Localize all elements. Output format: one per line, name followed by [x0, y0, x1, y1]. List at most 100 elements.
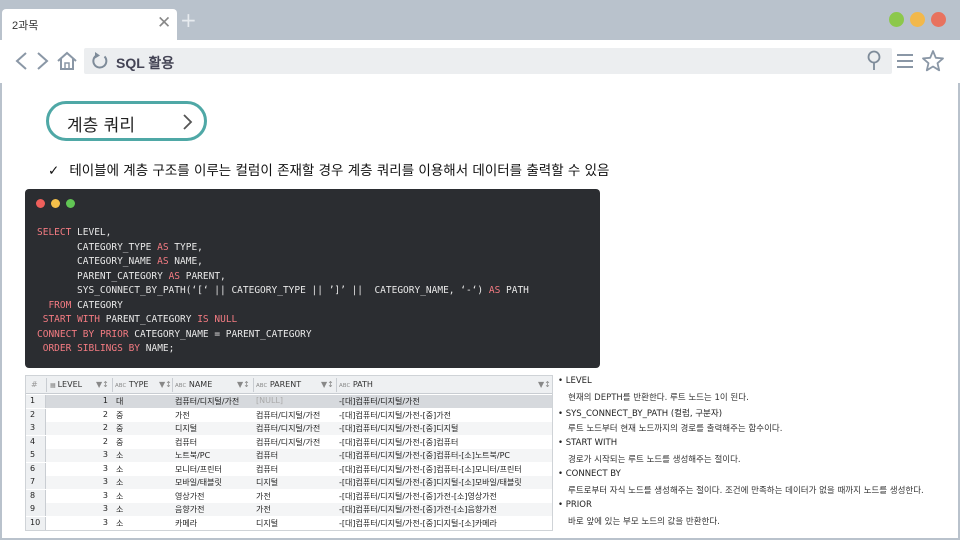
cell-name: 디지털: [175, 424, 198, 433]
note-description: 바로 앞에 있는 부모 노드의 값을 반환한다.: [568, 517, 720, 527]
column-header-type[interactable]: ABC TYPE: [115, 380, 148, 392]
forward-arrow-icon[interactable]: [34, 50, 52, 72]
cell-level: 2: [102, 409, 108, 419]
note-description: 루트로부터 자식 노드를 생성해주는 절이다. 조건에 만족하는 데이터가 없을…: [568, 486, 924, 496]
result-grid: # ▦ LEVEL ▼↕ ABC TYPE ▼↕ ABC NAME ▼↕ ABC…: [25, 375, 553, 531]
close-tab-icon[interactable]: ✕: [157, 14, 171, 32]
row-number: 9: [26, 503, 46, 516]
cell-path: -[대]컴퓨터/디지털/가전-[중]컴퓨터: [339, 437, 459, 447]
cell-path: -[대]컴퓨터/디지털/가전-[중]디지털: [339, 424, 459, 433]
location-pin-icon[interactable]: [866, 50, 882, 72]
home-icon[interactable]: [56, 50, 78, 72]
code-line: SYS_CONNECT_BY_PATH(‘[‘ || CATEGORY_TYPE…: [37, 285, 529, 296]
cell-parent: 컴퓨터: [256, 464, 279, 474]
new-tab-icon[interactable]: +: [180, 10, 197, 30]
cell-parent: 컴퓨터/디지털/가전: [256, 437, 321, 447]
sort-filter-icon[interactable]: ▼↕: [159, 380, 172, 392]
cell-level: 1: [102, 396, 108, 405]
cell-type: 소: [116, 451, 124, 460]
code-line: START WITH PARENT_CATEGORY IS NULL: [42, 314, 238, 325]
cell-type: 소: [116, 464, 124, 474]
code-line: CATEGORY_TYPE AS TYPE,: [37, 241, 203, 253]
cell-path: -[대]컴퓨터/디지털/가전-[중]가전-[소]음향가전: [339, 505, 497, 514]
table-row[interactable]: 1 1 대 컴퓨터/디지털/가전 [NULL] -[대]컴퓨터/디지털/가전: [26, 395, 552, 408]
browser-toolbar: SQL 활용: [0, 40, 960, 83]
table-row[interactable]: 7 3 소 모바일/태블릿 디지털 -[대]컴퓨터/디지털/가전-[중]디지털-[소]모바…: [26, 476, 552, 489]
table-row[interactable]: 2 2 중 가전 컴퓨터/디지털/가전 -[대]컴퓨터/디지털/가전-[중]가전: [26, 408, 552, 422]
sort-filter-icon[interactable]: ▼↕: [96, 380, 109, 392]
chevron-right-icon: [183, 114, 193, 130]
column-header-level[interactable]: ▦ LEVEL: [50, 380, 82, 392]
table-row[interactable]: 6 3 소 모니터/프린터 컴퓨터 -[대]컴퓨터/디지털/가전-[중]컴퓨터-[소]모니…: [26, 462, 552, 476]
window-close-dot[interactable]: [931, 12, 946, 27]
cell-type: 중: [116, 424, 124, 433]
cell-parent: 가전: [256, 505, 271, 514]
column-header-name[interactable]: ABC NAME: [175, 380, 212, 392]
tab-title: 2과목: [12, 20, 39, 32]
table-row[interactable]: 8 3 소 영상가전 가전 -[대]컴퓨터/디지털/가전-[중]가전-[소]영상가전: [26, 489, 552, 503]
note-title: • SYS_CONNECT_BY_PATH (컬럼, 구분자): [558, 409, 723, 419]
table-row[interactable]: 4 2 중 컴퓨터 컴퓨터/디지털/가전 -[대]컴퓨터/디지털/가전-[중]컴퓨터: [26, 435, 552, 449]
grid-header: # ▦ LEVEL ▼↕ ABC TYPE ▼↕ ABC NAME ▼↕ ABC…: [26, 376, 552, 394]
star-icon[interactable]: [921, 49, 945, 73]
cell-path: -[대]컴퓨터/디지털/가전-[중]디지털-[소]모바일/태블릿: [339, 478, 522, 487]
note-title: • START WITH: [558, 438, 618, 448]
window-maximize-dot[interactable]: [910, 12, 925, 27]
cell-level: 3: [102, 504, 108, 513]
page-content: 계층 쿼리 ✓ 테이블에 계층 구조를 이루는 컬럼이 존재할 경우 계층 쿼리를…: [2, 83, 958, 538]
cell-level: 2: [102, 423, 108, 432]
cell-name: 가전: [175, 410, 190, 420]
sort-filter-icon[interactable]: ▼↕: [538, 380, 551, 392]
table-row[interactable]: 3 2 중 디지털 컴퓨터/디지털/가전 -[대]컴퓨터/디지털/가전-[중]디지털: [26, 422, 552, 435]
code-panel: SELECT LEVEL, CATEGORY_TYPE AS TYPE, CAT…: [25, 189, 600, 368]
check-icon: ✓: [48, 163, 60, 179]
column-header-parent[interactable]: ABC PARENT: [256, 380, 301, 392]
cell-name: 음향가전: [175, 505, 205, 514]
window-minimize-dot[interactable]: [889, 12, 904, 27]
bullet-text: 테이블에 계층 구조를 이루는 컬럼이 존재할 경우 계층 쿼리를 이용해서 데…: [69, 163, 610, 179]
cell-type: 소: [116, 478, 124, 487]
note-title: • CONNECT BY: [558, 469, 621, 479]
cell-level: 3: [102, 463, 108, 473]
row-number: 10: [26, 516, 46, 530]
cell-path: -[대]컴퓨터/디지털/가전-[중]디지털-[소]카메라: [339, 518, 497, 528]
section-heading: 계층 쿼리: [67, 116, 135, 136]
sort-filter-icon[interactable]: ▼↕: [237, 380, 250, 392]
cell-type: 중: [116, 410, 124, 420]
cell-level: 3: [102, 477, 108, 486]
cell-path: -[대]컴퓨터/디지털/가전-[중]컴퓨터-[소]노트북/PC: [339, 451, 511, 460]
table-row[interactable]: 5 3 소 노트북/PC 컴퓨터 -[대]컴퓨터/디지털/가전-[중]컴퓨터-[소]노트북…: [26, 449, 552, 462]
cell-parent: 디지털: [256, 478, 279, 487]
column-header-path[interactable]: ABC PATH: [339, 380, 373, 392]
cell-name: 컴퓨터/디지털/가전: [175, 397, 240, 406]
code-line: CONNECT BY PRIOR CATEGORY_NAME = PARENT_…: [37, 328, 312, 340]
row-number: 2: [26, 408, 46, 422]
row-number: 8: [26, 489, 46, 503]
reload-icon[interactable]: [90, 51, 110, 71]
table-row[interactable]: 10 3 소 카메라 디지털 -[대]컴퓨터/디지털/가전-[중]디지털-[소]카메라: [26, 516, 552, 530]
note-description: 현재의 DEPTH를 반환한다. 루트 노드는 1이 된다.: [568, 393, 749, 403]
table-row[interactable]: 9 3 소 음향가전 가전 -[대]컴퓨터/디지털/가전-[중]가전-[소]음향가전: [26, 503, 552, 516]
code-line: FROM CATEGORY: [48, 299, 123, 311]
cell-path: -[대]컴퓨터/디지털/가전-[중]컴퓨터-[소]모니터/프린터: [339, 464, 522, 474]
note-description: 루트 노드부터 현재 노드까지의 경로를 출력해주는 함수이다.: [568, 424, 783, 434]
cell-name: 모니터/프린터: [175, 464, 222, 474]
cell-level: 3: [102, 450, 108, 459]
browser-tab[interactable]: 2과목 ✕: [2, 9, 177, 40]
code-window-red-dot: [36, 199, 45, 208]
cell-name: 노트북/PC: [175, 451, 211, 460]
row-number: 1: [26, 395, 46, 408]
back-arrow-icon[interactable]: [12, 50, 30, 72]
address-bar[interactable]: SQL 활용: [84, 48, 892, 74]
row-number: 4: [26, 435, 46, 449]
menu-icon[interactable]: [896, 52, 914, 70]
bullet-line: ✓ 테이블에 계층 구조를 이루는 컬럼이 존재할 경우 계층 쿼리를 이용해서 …: [48, 159, 609, 179]
note-title: • PRIOR: [558, 500, 592, 510]
cell-type: 중: [116, 437, 124, 447]
code-line: ORDER SIBLINGS BY NAME;: [42, 343, 175, 354]
code-line: PARENT_CATEGORY AS PARENT,: [37, 270, 226, 282]
row-number: 3: [26, 422, 46, 435]
address-text: SQL 활용: [116, 55, 175, 71]
sort-filter-icon[interactable]: ▼↕: [321, 380, 334, 392]
section-heading-pill[interactable]: 계층 쿼리: [46, 101, 207, 141]
